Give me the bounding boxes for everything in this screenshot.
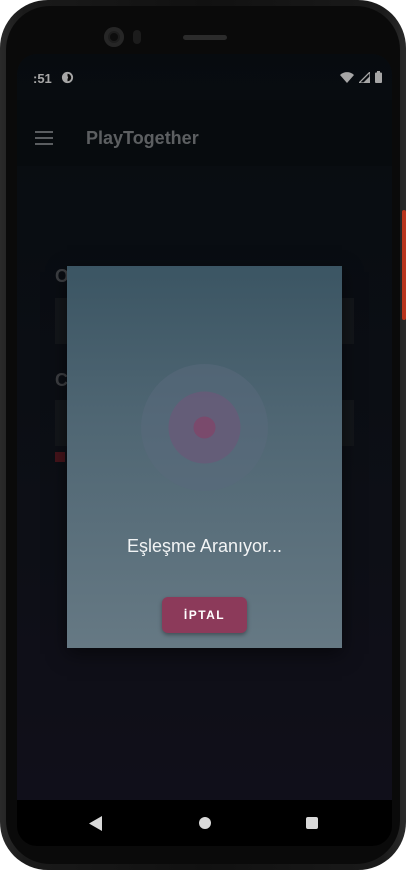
screen: :51 PlayTogether O C Eşleşme Aranıyor...…: [17, 54, 392, 800]
cancel-button[interactable]: İPTAL: [162, 597, 247, 633]
home-icon[interactable]: [199, 817, 211, 829]
searching-message: Eşleşme Aranıyor...: [126, 536, 283, 556]
recents-icon[interactable]: [306, 817, 318, 829]
matchmaking-dialog: Eşleşme Aranıyor... İPTAL: [67, 266, 342, 648]
radar-search-icon: [141, 364, 268, 491]
power-button: [402, 210, 406, 320]
camera-lens: [110, 33, 118, 41]
proximity-sensor: [133, 30, 141, 44]
earpiece-speaker: [183, 35, 227, 40]
back-icon[interactable]: [89, 816, 102, 831]
navigation-bar: [17, 800, 392, 846]
